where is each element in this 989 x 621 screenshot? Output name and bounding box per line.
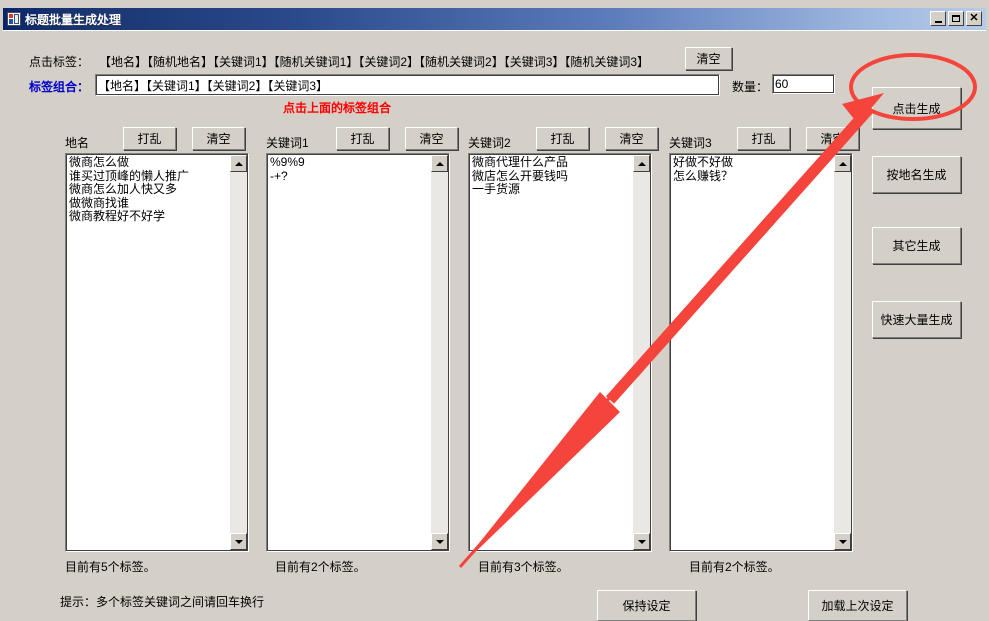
scroll-down-icon-2[interactable] [633,533,650,550]
textarea-1-scrollbar[interactable] [431,155,448,550]
count-label-0: 目前有5个标签。 [65,560,156,574]
window-controls: ✕ [930,11,982,26]
textarea-2-content: 微商代理什么产品 微店怎么开要钱吗 一手货源 [472,156,569,196]
textarea-0[interactable]: 微商怎么做 谁买过顶峰的懒人推广 微商怎么加人快又多 做微商找谁 微商教程好不好… [65,153,249,552]
close-button[interactable]: ✕ [966,11,982,26]
combo-label: 标签组合： [29,80,90,94]
scroll-down-icon-0[interactable] [230,533,247,550]
minimize-button[interactable] [930,11,946,26]
combo-input-value: 【地名】【关键词1】【关键词2】【关键词3】 [98,78,329,93]
clear-button-0[interactable]: 清空 [192,127,245,150]
textarea-1-content: %9%9 -+? [270,156,305,183]
title-bar[interactable]: 标题批量生成处理 ✕ [3,8,986,30]
application-window: 标题批量生成处理 ✕ 点击标签： 【地名】【随机地名】【关键词1】【随机关键词1… [0,0,989,621]
quantity-input[interactable]: 60 [772,74,835,94]
shuffle-button-1[interactable]: 打乱 [336,127,389,150]
app-icon [7,12,21,26]
quantity-label: 数量： [732,80,769,94]
generate-bulk-button[interactable]: 快速大量生成 [872,301,961,338]
textarea-0-scrollbar[interactable] [230,155,247,550]
window-top-strip [0,0,989,8]
textarea-3-scrollbar[interactable] [834,155,851,550]
column-title-2: 关键词2 [468,136,511,150]
column-title-3: 关键词3 [669,136,712,150]
window-title: 标题批量生成处理 [25,12,122,27]
generate-button[interactable]: 点击生成 [872,87,961,129]
client-area: 点击标签： 【地名】【随机地名】【关键词1】【随机关键词1】【关键词2】【随机关… [3,30,986,621]
generate-by-place-button[interactable]: 按地名生成 [872,156,961,193]
footer-tip: 提示：多个标签关键词之间请回车换行 [60,595,265,609]
generate-other-button[interactable]: 其它生成 [872,227,961,264]
textarea-0-content: 微商怎么做 谁买过顶峰的懒人推广 微商怎么加人快又多 做微商找谁 微商教程好不好… [69,156,190,223]
clear-button-2[interactable]: 清空 [605,127,658,150]
clear-button-1[interactable]: 清空 [405,127,458,150]
count-label-2: 目前有3个标签。 [478,560,569,574]
textarea-1[interactable]: %9%9 -+? [266,153,450,552]
clear-all-button[interactable]: 清空 [685,47,732,70]
shuffle-button-0[interactable]: 打乱 [123,127,176,150]
count-label-1: 目前有2个标签。 [275,560,366,574]
maximize-button[interactable] [948,11,964,26]
count-label-3: 目前有2个标签。 [689,560,780,574]
save-settings-button[interactable]: 保持设定 [597,590,696,621]
scroll-down-icon-1[interactable] [431,533,448,550]
clear-button-3[interactable]: 清空 [806,127,859,150]
combo-hint: 点击上面的标签组合 [283,101,392,115]
column-title-1: 关键词1 [266,136,309,150]
scroll-up-icon-0[interactable] [230,155,247,172]
scroll-up-icon-1[interactable] [431,155,448,172]
scroll-up-icon-2[interactable] [633,155,650,172]
click-tag-label: 点击标签： [29,55,90,69]
tag-list[interactable]: 【地名】【随机地名】【关键词1】【随机关键词1】【关键词2】【随机关键词2】【关… [99,53,649,70]
textarea-3-content: 好做不好做 怎么赚钱？ [673,156,734,183]
textarea-2-scrollbar[interactable] [633,155,650,550]
column-title-0: 地名 [65,136,90,150]
quantity-input-value: 60 [775,77,789,91]
textarea-3[interactable]: 好做不好做 怎么赚钱？ [669,153,853,552]
textarea-2[interactable]: 微商代理什么产品 微店怎么开要钱吗 一手货源 [468,153,652,552]
shuffle-button-3[interactable]: 打乱 [737,127,790,150]
scroll-down-icon-3[interactable] [834,533,851,550]
scroll-up-icon-3[interactable] [834,155,851,172]
load-settings-button[interactable]: 加载上次设定 [808,590,907,621]
shuffle-button-2[interactable]: 打乱 [536,127,589,150]
combo-input[interactable]: 【地名】【关键词1】【关键词2】【关键词3】 [95,74,720,96]
